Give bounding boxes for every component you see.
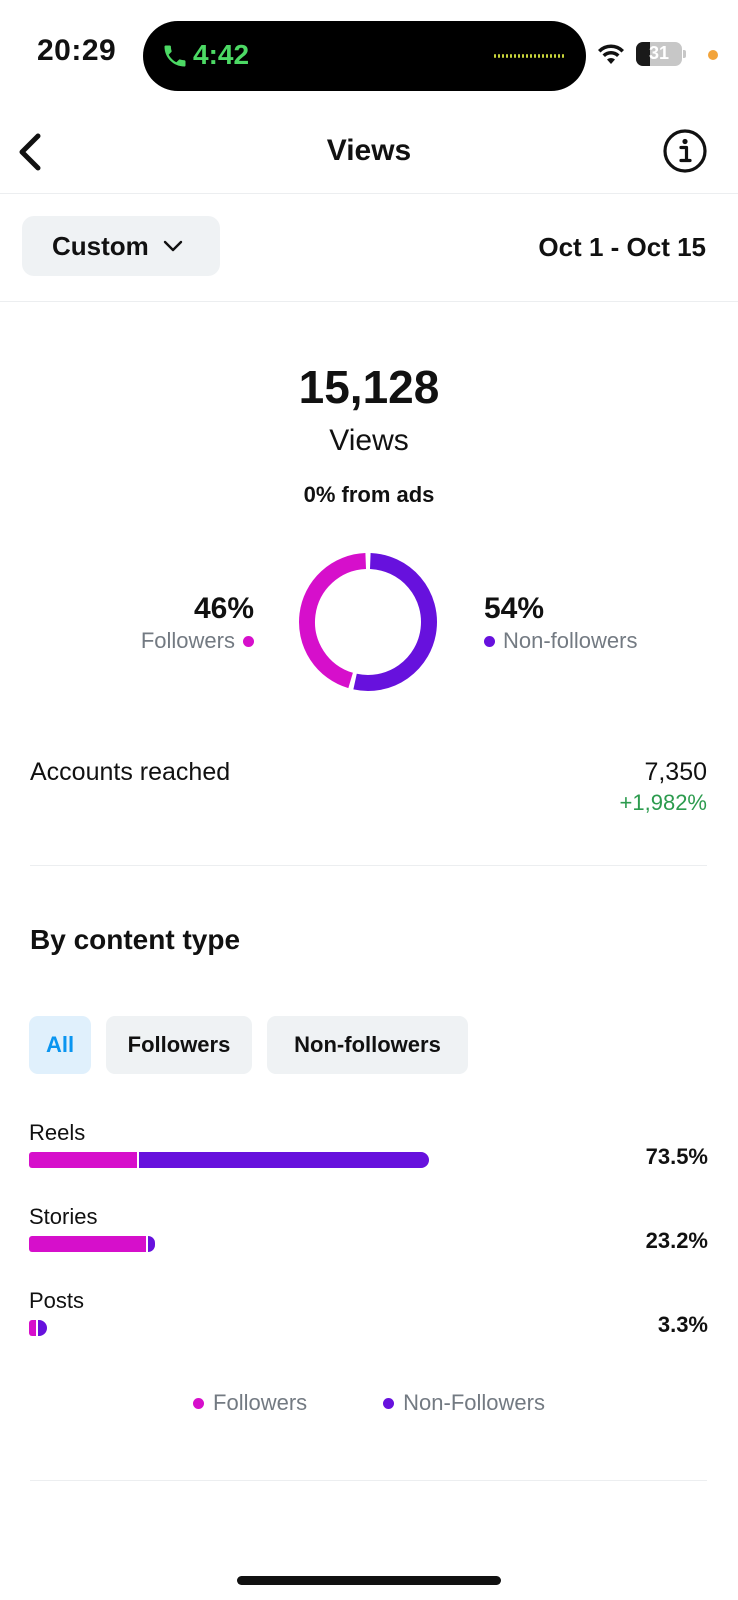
waveform-bar xyxy=(498,54,500,58)
content-row-percent: 73.5% xyxy=(645,1144,708,1169)
content-row-posts[interactable]: Posts 3.3% xyxy=(29,1288,708,1348)
date-range: Oct 1 - Oct 15 xyxy=(538,232,706,262)
dynamic-island[interactable]: 4:42 xyxy=(143,21,586,91)
non-followers-dot xyxy=(383,1397,395,1409)
accounts-reached-change: +1,982% xyxy=(619,790,707,815)
content-row-percent: 3.3% xyxy=(657,1312,708,1337)
content-row-percent: 23.2% xyxy=(645,1228,708,1253)
content-row-label: Stories xyxy=(29,1204,98,1229)
content-row-bar xyxy=(29,1320,47,1336)
waveform-bar xyxy=(542,54,544,58)
waveform-bar xyxy=(546,54,548,58)
accounts-reached-label: Accounts reached xyxy=(30,758,231,786)
waveform-bar xyxy=(510,54,512,58)
accounts-reached-row[interactable]: Accounts reached 7,350 +1,982% xyxy=(30,752,707,866)
non-followers-segment xyxy=(38,1320,47,1336)
legend-followers: Followers xyxy=(193,1390,307,1416)
content-row-reels[interactable]: Reels 73.5% xyxy=(29,1120,708,1180)
waveform-bar xyxy=(502,54,504,58)
waveform-bar xyxy=(550,54,552,58)
legend-non-followers-label: Non-Followers xyxy=(403,1390,545,1415)
period-dropdown[interactable]: Custom xyxy=(22,216,220,276)
non-followers-dot xyxy=(484,635,495,647)
content-row-stories[interactable]: Stories 23.2% xyxy=(29,1204,708,1264)
call-timer: 4:42 xyxy=(193,39,250,70)
waveform-bar xyxy=(558,54,560,58)
waveform-bar xyxy=(562,54,564,58)
non-followers-percent: 54% xyxy=(484,592,545,625)
non-followers-segment xyxy=(139,1152,429,1168)
total-views-label: Views xyxy=(329,424,409,457)
waveform-bar xyxy=(494,54,496,58)
waveform-bar xyxy=(538,54,540,58)
waveform-bar xyxy=(534,54,536,58)
period-dropdown-label: Custom xyxy=(52,230,149,261)
followers-segment xyxy=(29,1320,37,1336)
content-row-bar xyxy=(29,1236,156,1252)
ads-share-text: 0% from ads xyxy=(303,482,435,507)
privacy-indicator-dot xyxy=(708,50,718,60)
total-views-count: 15,128 xyxy=(298,361,440,413)
followers-percent: 46% xyxy=(193,592,254,625)
followers-segment xyxy=(29,1152,137,1168)
views-donut-chart xyxy=(299,553,437,691)
followers-stat: 46% Followers xyxy=(141,592,254,656)
page-title: Views xyxy=(326,134,412,167)
donut-followers-slice xyxy=(299,553,367,689)
audience-tabs: All Followers Non-followers xyxy=(29,1016,468,1074)
wifi-icon xyxy=(598,44,624,64)
waveform-bar xyxy=(518,54,520,58)
info-icon[interactable] xyxy=(662,128,708,174)
tab-non-followers[interactable]: Non-followers xyxy=(267,1016,468,1074)
legend-followers-label: Followers xyxy=(213,1390,308,1415)
content-row-label: Posts xyxy=(29,1288,85,1313)
tab-all[interactable]: All xyxy=(29,1016,91,1074)
home-indicator[interactable] xyxy=(237,1576,501,1585)
non-followers-segment xyxy=(148,1236,156,1252)
followers-dot xyxy=(193,1397,205,1409)
battery-level: 31 xyxy=(648,43,670,63)
non-followers-label: Non-followers xyxy=(503,628,638,653)
section-title: By content type xyxy=(30,924,241,955)
content-row-bar xyxy=(29,1152,429,1168)
waveform-bar xyxy=(554,54,556,58)
waveform-bar xyxy=(506,54,508,58)
status-bar: 20:29 4:42 31 xyxy=(0,0,738,108)
followers-dot xyxy=(243,635,254,647)
chart-legend: Followers Non-Followers xyxy=(0,1390,738,1416)
followers-segment xyxy=(29,1236,147,1252)
waveform-icon xyxy=(494,54,564,58)
accounts-reached-value: 7,350 xyxy=(644,758,707,786)
followers-label: Followers xyxy=(140,628,235,653)
filter-row: Custom Oct 1 - Oct 15 xyxy=(0,194,738,302)
tab-followers[interactable]: Followers xyxy=(106,1016,252,1074)
waveform-bar xyxy=(530,54,532,58)
waveform-bar xyxy=(514,54,516,58)
legend-non-followers: Non-Followers xyxy=(383,1390,545,1416)
donut-non-followers-slice xyxy=(353,553,437,691)
status-time: 20:29 xyxy=(37,34,117,67)
phone-icon xyxy=(164,45,186,67)
battery-icon: 31 xyxy=(636,42,686,66)
waveform-bar xyxy=(522,54,524,58)
waveform-bar xyxy=(526,54,528,58)
non-followers-stat: 54% Non-followers xyxy=(484,592,638,656)
chevron-down-icon xyxy=(163,240,182,252)
nav-bar: Views xyxy=(0,108,738,194)
content-row-label: Reels xyxy=(29,1120,86,1145)
divider xyxy=(30,1480,707,1481)
